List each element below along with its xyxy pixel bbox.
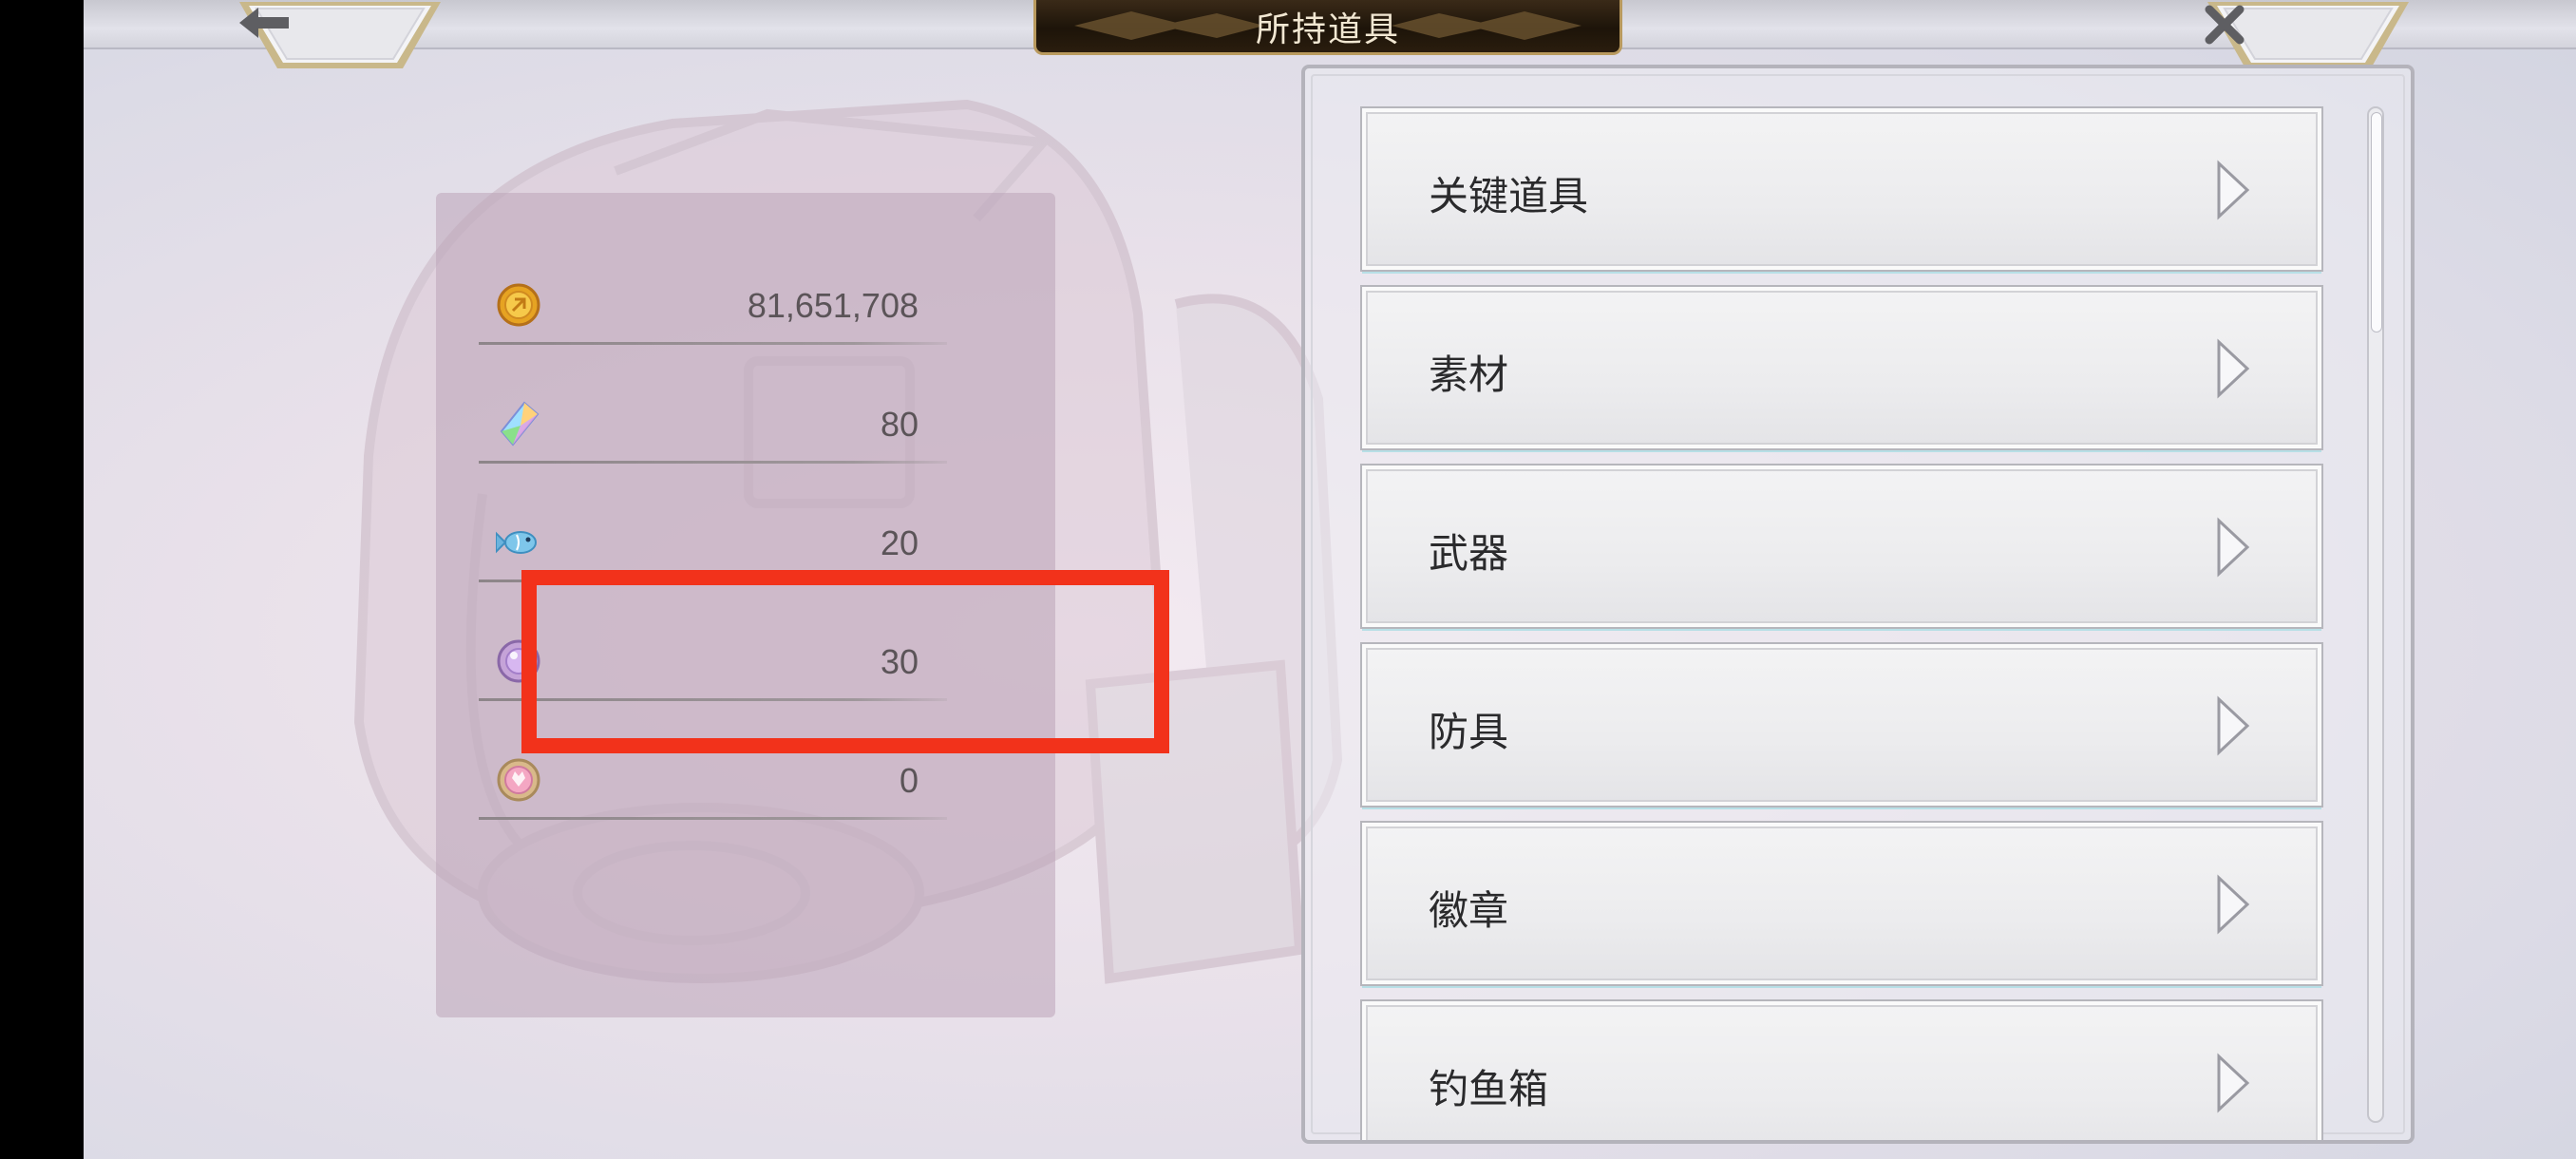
- category-label: 钓鱼箱: [1429, 1066, 1549, 1112]
- chevron-right-icon: [2217, 517, 2250, 578]
- fish-icon: [496, 531, 537, 554]
- banner-ornament-right-icon: [1392, 11, 1582, 40]
- category-fishing-box[interactable]: 钓鱼箱: [1362, 1001, 2321, 1140]
- crystal-amount: 80: [880, 405, 919, 444]
- pink-medal-icon: [497, 758, 540, 802]
- category-key-items[interactable]: 关键道具: [1362, 108, 2321, 270]
- currency-row-medal: 0: [479, 744, 947, 820]
- category-materials[interactable]: 素材: [1362, 287, 2321, 448]
- gold-coin-icon: [497, 283, 540, 327]
- scrollbar[interactable]: [2367, 106, 2384, 1123]
- screen: 所持道具 81,651,708 80 20 30 0 关键道具 素材 武器 防具…: [0, 0, 2576, 1159]
- chevron-right-icon: [2217, 695, 2250, 756]
- chevron-right-icon: [2217, 874, 2250, 935]
- chevron-right-icon: [2217, 160, 2250, 220]
- page-title: 所持道具: [1255, 10, 1400, 49]
- currency-row-gold: 81,651,708: [479, 269, 947, 345]
- category-badges[interactable]: 徽章: [1362, 823, 2321, 984]
- item-inventory-screen: 所持道具 81,651,708 80 20 30 0 关键道具 素材 武器 防具…: [84, 0, 2576, 1159]
- divider: [479, 461, 947, 464]
- divider: [479, 817, 947, 820]
- gold-amount: 81,651,708: [747, 286, 919, 325]
- category-weapons[interactable]: 武器: [1362, 466, 2321, 627]
- screen-edge: [0, 0, 84, 1159]
- highlight-annotation: [521, 570, 1169, 753]
- close-icon: [2204, 4, 2413, 61]
- category-list[interactable]: 关键道具 素材 武器 防具 徽章 钓鱼箱: [1301, 65, 2415, 1144]
- close-button[interactable]: [2204, 0, 2413, 71]
- chevron-right-icon: [2217, 338, 2250, 399]
- rainbow-crystal-icon: [500, 401, 540, 446]
- banner-ornament-left-icon: [1074, 11, 1264, 40]
- scroll-thumb[interactable]: [2371, 112, 2382, 332]
- fish-amount: 20: [880, 523, 919, 562]
- category-label: 徽章: [1429, 887, 1509, 934]
- title-banner: 所持道具: [1033, 0, 1622, 55]
- currency-row-crystal: 80: [479, 388, 947, 464]
- arrow-left-icon: [236, 4, 445, 61]
- category-label: 防具: [1429, 709, 1509, 755]
- divider: [479, 342, 947, 345]
- category-label: 素材: [1429, 352, 1509, 398]
- category-armor[interactable]: 防具: [1362, 644, 2321, 806]
- chevron-right-icon: [2217, 1053, 2250, 1113]
- medal-amount: 0: [899, 761, 919, 800]
- category-label: 武器: [1429, 530, 1509, 577]
- back-button[interactable]: [236, 0, 445, 71]
- category-label: 关键道具: [1429, 173, 1589, 219]
